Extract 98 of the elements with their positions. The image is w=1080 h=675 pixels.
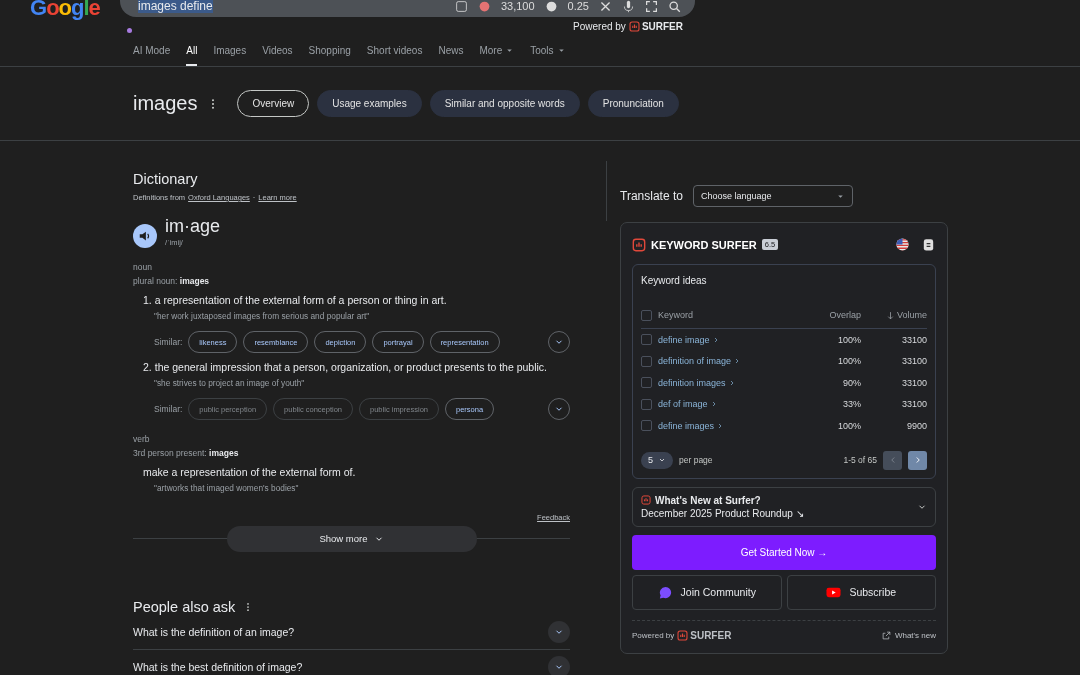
headword: im·age: [165, 216, 221, 236]
per-page-label: per page: [679, 455, 713, 465]
show-more-button[interactable]: Show more: [226, 525, 477, 552]
sort-arrow-icon: [885, 310, 895, 320]
section-title: People also ask: [133, 599, 236, 615]
get-started-button[interactable]: Get Started Now →: [632, 534, 936, 570]
external-link-icon: [881, 630, 891, 640]
keyword-link[interactable]: define images: [658, 420, 715, 431]
filter-chip[interactable]: Overview: [237, 90, 310, 117]
filter-chip[interactable]: Similar and opposite words: [429, 90, 580, 117]
surfer-brand: SURFER: [690, 629, 732, 641]
definition-number: 1.: [143, 294, 152, 306]
nav-tab[interactable]: Images: [213, 40, 247, 66]
search-icon: [668, 0, 681, 13]
checkbox[interactable]: [641, 309, 652, 321]
table-cell-text: 33100: [900, 334, 927, 345]
panel-title: KEYWORD SURFER: [651, 238, 757, 251]
keyword-link[interactable]: define image: [658, 334, 710, 345]
powered-by-label: Powered by: [573, 21, 626, 33]
definition-text: make a representation of the external form of.: [143, 466, 356, 478]
subscribe-button[interactable]: Subscribe: [786, 574, 936, 610]
status-dot: [127, 28, 132, 34]
expand-button[interactable]: [548, 656, 570, 675]
example-sentence: "artworks that imaged women's bodies": [154, 483, 300, 493]
expand-button[interactable]: [548, 621, 570, 643]
filter-chip[interactable]: Pronunciation: [587, 90, 679, 117]
checkbox[interactable]: [641, 420, 652, 432]
nav-tab[interactable]: Videos: [262, 40, 293, 66]
definition-number: 2.: [143, 361, 152, 373]
column-header: Keyword: [658, 310, 693, 320]
next-page-button[interactable]: [908, 450, 927, 470]
word-form: 3rd person present: images: [133, 448, 240, 458]
chevron-icon: [658, 456, 666, 464]
search-field[interactable]: images define 33,100 0.25: [120, 0, 695, 17]
table-cell-text: 90%: [842, 377, 861, 388]
column-header[interactable]: Volume: [896, 310, 927, 320]
checkbox-icon: [454, 0, 468, 13]
search-volume: 33,100: [500, 0, 535, 12]
table-cell-text: 33100: [900, 356, 927, 367]
card-title: Keyword ideas: [641, 275, 708, 286]
checkbox[interactable]: [641, 355, 652, 367]
surfer-logo-icon: [632, 237, 646, 252]
table-cell-text: 100%: [836, 334, 861, 345]
microphone-icon: [622, 0, 635, 13]
whats-new-link[interactable]: What's new: [881, 630, 936, 640]
lens-icon: [645, 0, 658, 13]
nav-tab[interactable]: Shopping: [308, 40, 351, 66]
nav-tab[interactable]: More: [479, 40, 515, 66]
chat-bubble-icon: [657, 584, 673, 600]
page-range: 1-5 of 65: [843, 455, 877, 465]
language-dropdown[interactable]: Choose language: [692, 185, 853, 207]
news-card[interactable]: What's New at Surfer? December 2025 Product Roundup ↘: [632, 486, 936, 527]
similar-label: Similar:: [154, 337, 183, 347]
join-community-button[interactable]: Join Community: [632, 574, 782, 610]
definition-text: a representation of the external form of a person or thing in art.: [154, 294, 447, 306]
per-page-dropdown[interactable]: 5: [641, 451, 673, 469]
speaker-icon: [138, 229, 152, 243]
similar-label: Similar:: [154, 404, 183, 414]
search-term: images: [133, 92, 198, 115]
nav-tab[interactable]: Short videos: [366, 40, 423, 66]
filter-chip[interactable]: Usage examples: [317, 90, 422, 117]
example-sentence: "her work juxtaposed images from serious and popular art": [154, 311, 371, 321]
question-text[interactable]: What is the definition of an image?: [133, 626, 295, 638]
checkbox[interactable]: [641, 377, 652, 389]
surfer-logo-icon: [677, 629, 689, 641]
question-text[interactable]: What is the best definition of image?: [133, 661, 303, 673]
definition-text: the general impression that a person, organization, or product presents to the public.: [154, 361, 547, 373]
cost-value: 0.25: [567, 0, 589, 12]
speaker-button[interactable]: [133, 224, 157, 248]
nav-tab[interactable]: Tools: [530, 40, 566, 66]
checkbox[interactable]: [641, 334, 652, 346]
section-title: Dictionary: [133, 171, 199, 187]
part-of-speech: noun: [133, 262, 153, 272]
table-cell-text: 9900: [905, 420, 927, 431]
surfer-brand: SURFER: [641, 21, 683, 33]
nav-tab[interactable]: AI Mode: [133, 40, 171, 66]
word-form: plural noun: images: [133, 276, 211, 286]
powered-by-label: Powered by: [632, 630, 675, 640]
close-icon: [599, 0, 612, 13]
surfer-logo-icon: [628, 21, 640, 33]
surfer-logo-icon: [641, 495, 651, 505]
clipboard-icon: [921, 237, 936, 252]
table-cell-text: 33100: [900, 377, 927, 388]
checkbox[interactable]: [641, 398, 652, 410]
translate-label: Translate to: [620, 189, 683, 203]
column-header[interactable]: Overlap: [829, 310, 861, 320]
part-of-speech: verb: [133, 434, 151, 444]
keyword-link[interactable]: definition images: [658, 377, 726, 388]
example-sentence: "she strives to project an image of youth": [154, 378, 306, 388]
table-cell-text: 33100: [900, 399, 927, 410]
table-cell-text: 33%: [842, 399, 861, 410]
nav-tab[interactable]: News: [438, 40, 464, 66]
keyword-link[interactable]: definition of image: [658, 356, 732, 367]
news-subtitle: December 2025 Product Roundup ↘: [641, 507, 804, 519]
table-cell-text: 100%: [836, 356, 861, 367]
keyword-link[interactable]: def of image: [658, 399, 708, 410]
table-cell-text: 100%: [836, 420, 861, 431]
news-title: What's New at Surfer?: [655, 494, 761, 506]
